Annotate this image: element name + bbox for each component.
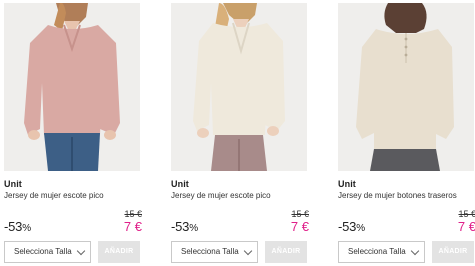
product-image-cream-v-neck-sweater[interactable] (171, 3, 307, 171)
original-price: 15 € (124, 209, 142, 219)
cream-sweater-illustration (171, 3, 307, 171)
product-image-back-buttons-sweater[interactable] (338, 3, 474, 171)
product-brand: Unit (4, 179, 22, 189)
size-select-label: Selecciona Talla (348, 247, 406, 256)
product-name[interactable]: Jersey de mujer botones traseros (338, 191, 457, 200)
chevron-down-icon (243, 246, 253, 256)
discount-percent-sign: % (356, 223, 365, 234)
product-name[interactable]: Jersey de mujer escote pico (4, 191, 104, 200)
product-image-pink-v-neck-sweater[interactable] (4, 3, 140, 171)
product-brand: Unit (171, 179, 189, 189)
size-select[interactable]: Selecciona Talla (171, 241, 258, 263)
chevron-down-icon (76, 246, 86, 256)
product-name[interactable]: Jersey de mujer escote pico (171, 191, 271, 200)
product-card: Unit Jersey de mujer escote pico 15 € -5… (171, 0, 309, 266)
original-price: 15 € (458, 209, 475, 219)
discount-value: -53 (4, 219, 23, 234)
discount-percent-sign: % (189, 223, 198, 234)
discount-badge: -53% (338, 219, 365, 234)
chevron-down-icon (410, 246, 420, 256)
discount-badge: -53% (4, 219, 31, 234)
add-to-cart-button[interactable]: AÑADIR (98, 241, 140, 263)
original-price: 15 € (291, 209, 309, 219)
size-select[interactable]: Selecciona Talla (338, 241, 425, 263)
pink-sweater-illustration (4, 3, 140, 171)
size-select-label: Selecciona Talla (14, 247, 72, 256)
discount-value: -53 (338, 219, 357, 234)
size-select[interactable]: Selecciona Talla (4, 241, 91, 263)
product-card: Unit Jersey de mujer botones traseros 15… (338, 0, 475, 266)
product-card: Unit Jersey de mujer escote pico 15 € -5… (4, 0, 142, 266)
size-select-label: Selecciona Talla (181, 247, 239, 256)
sale-price: 7 € (123, 219, 142, 234)
product-brand: Unit (338, 179, 356, 189)
discount-value: -53 (171, 219, 190, 234)
discount-percent-sign: % (22, 223, 31, 234)
add-to-cart-button[interactable]: AÑADIR (432, 241, 474, 263)
sale-price: 7 € (290, 219, 309, 234)
sale-price: 7 € (457, 219, 475, 234)
back-view-sweater-illustration (338, 3, 474, 171)
add-to-cart-button[interactable]: AÑADIR (265, 241, 307, 263)
discount-badge: -53% (171, 219, 198, 234)
